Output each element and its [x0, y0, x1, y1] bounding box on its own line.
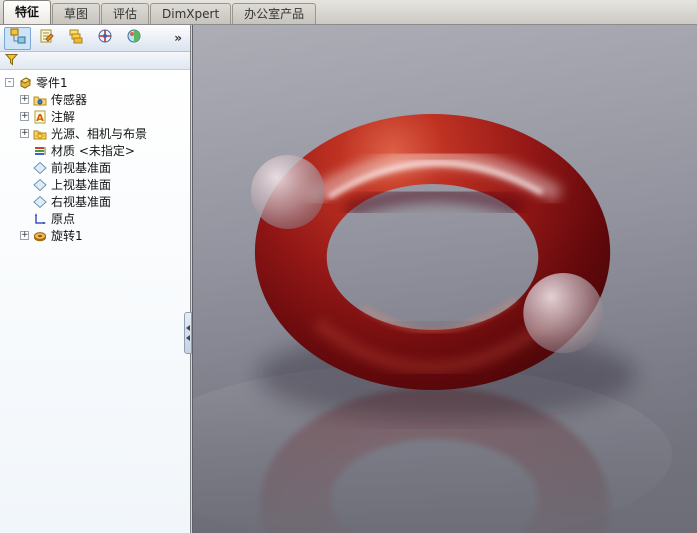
tree-item-label: 上视基准面: [51, 178, 112, 192]
configuration-manager-icon: [68, 28, 84, 48]
collapse-arrow-icon: [186, 325, 190, 331]
tree-toggle[interactable]: +: [20, 112, 29, 121]
tab-features[interactable]: 特征: [3, 0, 52, 24]
feature-manager-tree-button[interactable]: [4, 26, 31, 50]
tree-item-sensors[interactable]: + 传感器: [0, 91, 190, 108]
tree-item-right-plane[interactable]: 右视基准面: [0, 193, 190, 210]
tree-toggle[interactable]: -: [5, 78, 14, 87]
panel-manager-toolbar: »: [0, 25, 190, 52]
tab-dimxpert[interactable]: DimXpert: [150, 3, 232, 24]
revolve-feature-icon: [32, 228, 47, 243]
tree-item-label: 光源、相机与布景: [51, 127, 148, 141]
tree-item-label: 传感器: [51, 93, 88, 107]
tree-item-label: 注解: [51, 110, 76, 124]
display-manager-icon: [126, 28, 142, 48]
reference-plane-icon: [32, 177, 47, 192]
dimxpert-manager-button[interactable]: [91, 27, 118, 50]
tree-item-origin[interactable]: 原点: [0, 210, 190, 227]
tree-item-label: 零件1: [36, 76, 68, 90]
tree-item-lights-cameras-scene[interactable]: + 光源、相机与布景: [0, 125, 190, 142]
tree-item-revolve1[interactable]: + 旋转1: [0, 227, 190, 244]
sensors-folder-icon: [32, 92, 47, 107]
part-icon: [17, 75, 32, 90]
toolbar-overflow-button[interactable]: »: [170, 31, 186, 45]
command-manager-tabbar: 特征 草图 评估 DimXpert 办公室产品: [0, 0, 697, 25]
graphics-viewport[interactable]: [192, 25, 697, 533]
configuration-manager-button[interactable]: [62, 27, 89, 50]
material-icon: [32, 143, 47, 158]
tree-item-material[interactable]: 材质 <未指定>: [0, 142, 190, 159]
tab-office-products[interactable]: 办公室产品: [232, 3, 317, 24]
tree-item-front-plane[interactable]: 前视基准面: [0, 159, 190, 176]
collapse-arrow-icon: [186, 335, 190, 341]
property-manager-button[interactable]: [33, 27, 60, 50]
translucent-cap-left: [250, 155, 325, 229]
tree-filter-bar: [0, 52, 190, 70]
origin-icon: [32, 211, 47, 226]
property-manager-icon: [39, 28, 55, 48]
reference-plane-icon: [32, 160, 47, 175]
tree-toggle[interactable]: [20, 146, 29, 155]
lights-folder-icon: [32, 126, 47, 141]
translucent-cap-right: [523, 273, 604, 353]
tree-item-label: 原点: [51, 212, 76, 226]
feature-tree: - 零件1 + 传感器 + A 注解 + 光源、相机与布景 材质 <未指定> 前…: [0, 70, 190, 533]
svg-text:A: A: [36, 113, 44, 124]
reference-plane-icon: [32, 194, 47, 209]
tree-toggle[interactable]: [20, 180, 29, 189]
tab-evaluate[interactable]: 评估: [101, 3, 150, 24]
tree-toggle[interactable]: [20, 163, 29, 172]
tree-item-part[interactable]: - 零件1: [0, 74, 190, 91]
panel-collapse-handle[interactable]: [184, 312, 192, 354]
tree-toggle[interactable]: [20, 214, 29, 223]
tab-sketch[interactable]: 草图: [52, 3, 101, 24]
tree-toggle[interactable]: +: [20, 95, 29, 104]
annotations-icon: A: [32, 109, 47, 124]
tree-toggle[interactable]: [20, 197, 29, 206]
tree-item-label: 旋转1: [51, 229, 83, 243]
display-manager-button[interactable]: [120, 27, 147, 50]
tree-item-label: 材质 <未指定>: [51, 144, 135, 158]
tree-item-annotations[interactable]: + A 注解: [0, 108, 190, 125]
tree-item-label: 前视基准面: [51, 161, 112, 175]
feature-manager-tree-icon: [10, 28, 26, 48]
feature-manager-panel: » - 零件1 + 传感器 + A 注解 + 光源、相机与布景 材质 <未指定>…: [0, 25, 191, 533]
filter-funnel-icon[interactable]: [4, 51, 19, 70]
tree-item-top-plane[interactable]: 上视基准面: [0, 176, 190, 193]
rendered-scene: [193, 25, 697, 533]
tree-toggle[interactable]: +: [20, 129, 29, 138]
dimxpert-manager-icon: [97, 28, 113, 48]
tree-item-label: 右视基准面: [51, 195, 112, 209]
tree-toggle[interactable]: +: [20, 231, 29, 240]
